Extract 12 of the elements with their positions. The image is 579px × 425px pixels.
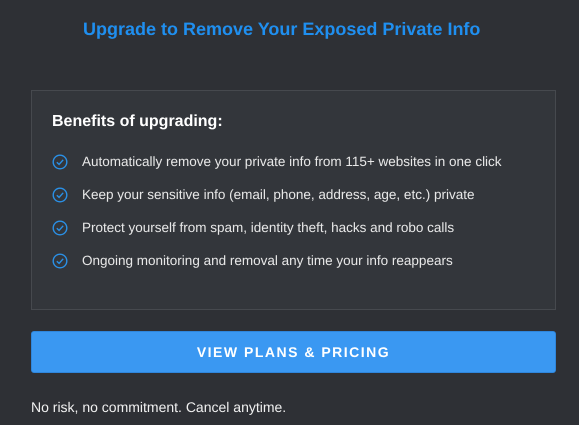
- page-title: Upgrade to Remove Your Exposed Private Info: [82, 18, 480, 41]
- view-plans-button[interactable]: VIEW PLANS & PRICING: [31, 331, 556, 373]
- benefit-text: Automatically remove your private info from 115+ websites in one click: [82, 154, 502, 169]
- benefit-text: Ongoing monitoring and removal any time your info reappears: [82, 253, 453, 268]
- benefit-text: Protect yourself from spam, identity theft, hacks and robo calls: [82, 220, 454, 235]
- check-circle-icon: [52, 220, 68, 236]
- check-circle-icon: [52, 186, 68, 202]
- benefits-heading: Benefits of upgrading:: [52, 113, 224, 131]
- check-circle-icon: [52, 154, 68, 170]
- benefit-text: Keep your sensitive info (email, phone, address, age, etc.) private: [82, 187, 474, 202]
- reassurance-text: No risk, no commitment. Cancel anytime.: [31, 399, 286, 415]
- check-circle-icon: [52, 252, 68, 268]
